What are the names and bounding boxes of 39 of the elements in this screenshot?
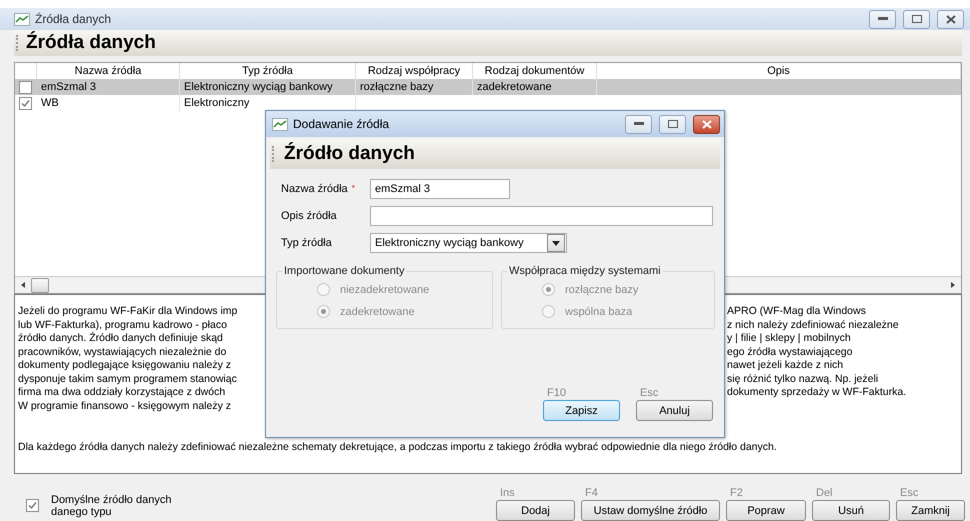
description-text: dokumenty sprzedaży w WF-Fakturka. [727,386,908,400]
shortcut-hint: Esc [639,386,660,400]
description-text: pracowników, wystawiających niezależnie do [18,346,228,359]
window-title: Źródła danych [35,12,112,26]
page-heading: Źródła danych [26,32,156,54]
shortcut-hint: Ins [499,486,516,500]
table-cell: WB [37,95,180,111]
description-text: Dla każdego źródła danych należy zdefiniować niezależne schematy dekretujące, a podczas importu z takiego źródła wybrać odpowiednie dla niego źródło danych. [18,441,778,454]
shortcut-hint: F10 [546,386,567,400]
field-label: Opis źródła [281,210,338,222]
description-text: ego źródła wystawiającego [727,346,854,359]
description-text: się różnić tylko nazwą. Np. jeżeli [727,372,880,386]
required-mark: * [352,183,356,195]
table-cell: Elektroniczny wyciąg bankowy [180,79,356,95]
description-text: W programie finansowo - księgowym należy z [18,400,232,413]
description-text: lub WF-Fakturka), programu kadrowo - płaco [18,318,228,332]
group-title: Współpraca między systemami [508,265,662,277]
field-label: Typ źródła [281,237,333,249]
description-text: dysponuje takim samym programem stanowiąc [18,372,238,386]
description-text: źródło danych. Źródło danych definiuje skąd [18,332,224,346]
description-text: firma ma dwa oddziały korzystające z dwóch [18,386,226,400]
description-text: dokumenty podlegające księgowaniu należy z [18,359,232,372]
shortcut-hint: Del [815,486,834,500]
description-text: z nich należy zdefiniować niezależne [727,318,900,332]
table-cell: rozłączne bazy [356,79,473,95]
checkbox-label: Domyślne źródło danych danego typu [51,494,172,518]
group-title: Importowane dokumenty [283,265,406,277]
dialog-heading: Źródło danych [284,143,415,165]
description-text: nawet jeżeli każde z nich [727,359,844,372]
shortcut-hint: Esc [899,486,920,500]
dialog-title: Dodawanie źródła [293,117,390,131]
table-cell: emSzmal 3 [37,79,180,95]
description-text: Jeżeli do programu WF-FaKir dla Windows imp [18,305,238,318]
table-cell: zadekretowane [473,79,597,95]
description-text: APRO (WF-Mag dla Windows [727,305,867,318]
description-text: y | filie | sklepy | mobilnych [727,332,852,346]
shortcut-hint: F4 [584,486,599,500]
shortcut-hint: F2 [729,486,744,500]
field-label: Nazwa źródła * [281,183,356,195]
